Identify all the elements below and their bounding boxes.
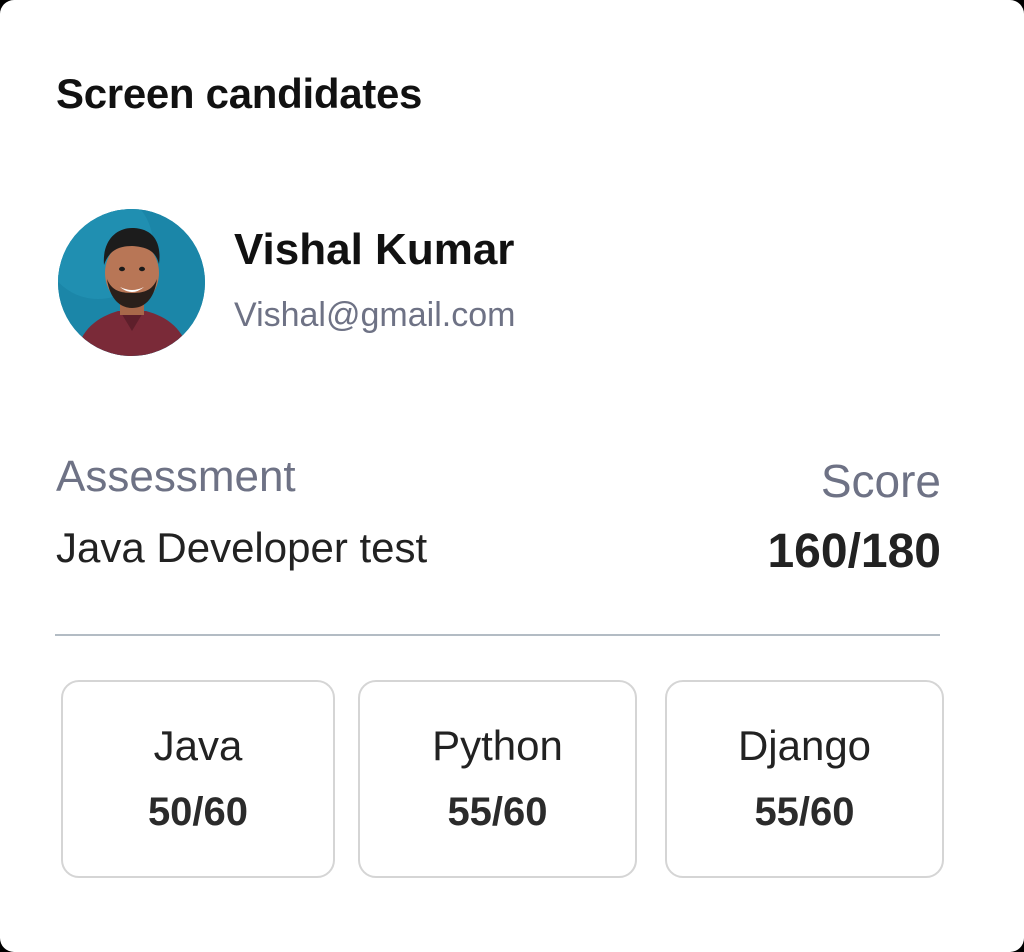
- divider: [55, 634, 940, 636]
- screen-candidates-card: Screen candidates Vishal Kumar Vishal@gm…: [0, 0, 1024, 952]
- skill-name: Java: [153, 722, 243, 769]
- skill-card-java[interactable]: Java 50/60: [61, 680, 335, 878]
- total-score: 160/180: [767, 525, 941, 578]
- person-photo-avatar-icon: [58, 209, 205, 356]
- skill-score: 50/60: [147, 790, 249, 834]
- skill-score: 55/60: [447, 790, 548, 834]
- skill-name: Django: [737, 722, 872, 769]
- candidate-avatar: [58, 209, 205, 356]
- score-label: Score: [820, 455, 941, 507]
- skill-card-django[interactable]: Django 55/60: [665, 680, 944, 878]
- skill-card-python[interactable]: Python 55/60: [358, 680, 637, 878]
- skill-name: Python: [432, 722, 563, 769]
- assessment-name: Java Developer test: [56, 524, 428, 571]
- skill-score: 55/60: [754, 790, 855, 834]
- assessment-label: Assessment: [56, 452, 296, 501]
- candidate-email: Vishal@gmail.com: [234, 296, 516, 334]
- candidate-name: Vishal Kumar: [234, 225, 515, 274]
- card-title: Screen candidates: [56, 70, 423, 117]
